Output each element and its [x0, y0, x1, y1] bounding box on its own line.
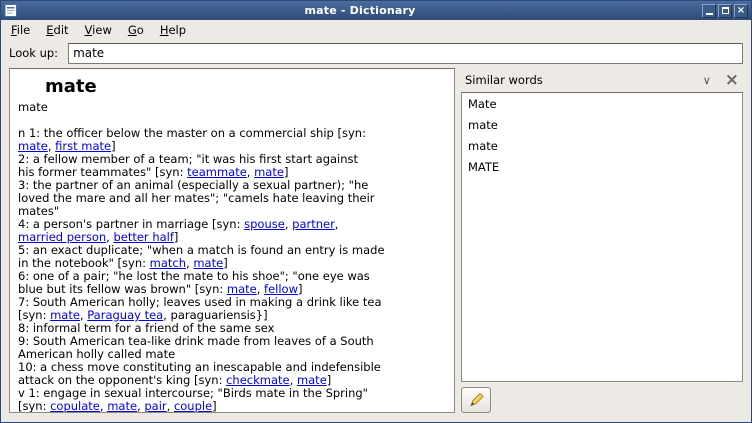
- definition-line: [syn: copulate, mate, pair, couple]: [18, 400, 446, 413]
- definition-link[interactable]: Paraguay tea: [87, 308, 163, 322]
- chevron-down-icon[interactable]: ∨: [699, 74, 715, 87]
- definition-line: mate: [18, 101, 446, 114]
- menubar: FileEditViewGoHelp: [1, 20, 751, 40]
- dictionary-window: mate - Dictionary × FileEditViewGoHelp L…: [0, 0, 752, 423]
- similar-word-item[interactable]: mate: [462, 135, 742, 156]
- similar-words-panel: Similar words ∨ × MatematemateMATE: [461, 68, 743, 413]
- definition-link[interactable]: mate: [50, 308, 80, 322]
- clear-button[interactable]: [461, 387, 491, 413]
- sidebar-title: Similar words: [465, 73, 691, 87]
- similar-words-header: Similar words ∨ ×: [461, 68, 743, 92]
- definition-link[interactable]: fellow: [264, 282, 298, 296]
- menu-edit[interactable]: Edit: [38, 20, 76, 40]
- similar-word-item[interactable]: MATE: [462, 156, 742, 177]
- titlebar[interactable]: mate - Dictionary ×: [1, 1, 751, 20]
- maximize-button[interactable]: [718, 4, 732, 18]
- definition-line: loved the mare and all her mates"; "came…: [18, 192, 446, 205]
- menu-file[interactable]: File: [3, 20, 38, 40]
- definition-link[interactable]: mate: [227, 282, 257, 296]
- definition-link[interactable]: spouse: [244, 217, 285, 231]
- definition-link[interactable]: mate: [297, 373, 327, 387]
- definition-link[interactable]: match: [150, 256, 186, 270]
- pencil-icon: [468, 392, 484, 408]
- definition-link[interactable]: mate: [254, 165, 284, 179]
- sidebar-footer: [461, 382, 743, 413]
- minimize-icon: [706, 13, 713, 15]
- similar-words-list[interactable]: MatematemateMATE: [461, 92, 743, 382]
- definition-link[interactable]: mate: [193, 256, 223, 270]
- lookup-input[interactable]: [68, 43, 743, 64]
- sidebar-close-icon[interactable]: ×: [723, 72, 741, 89]
- definition-link[interactable]: couple: [174, 399, 212, 413]
- menu-go[interactable]: Go: [120, 20, 152, 40]
- lookup-label: Look up:: [9, 46, 58, 60]
- similar-word-item[interactable]: Mate: [462, 93, 742, 114]
- minimize-button[interactable]: [702, 4, 716, 18]
- maximize-icon: [722, 7, 729, 14]
- definition-link[interactable]: copulate: [50, 399, 100, 413]
- definition-link[interactable]: first mate: [55, 139, 111, 153]
- definition-link[interactable]: married person: [18, 230, 106, 244]
- definition-body: mate n 1: the officer below the master o…: [18, 101, 446, 413]
- menu-help[interactable]: Help: [152, 20, 194, 40]
- definition-link[interactable]: pair: [144, 399, 166, 413]
- definition-link[interactable]: checkmate: [226, 373, 290, 387]
- content-area: mate mate n 1: the officer below the mas…: [1, 66, 751, 422]
- definition-link[interactable]: mate: [107, 399, 137, 413]
- close-icon: ×: [737, 6, 745, 15]
- definition-link[interactable]: teammate: [187, 165, 247, 179]
- definition-link[interactable]: partner: [292, 217, 335, 231]
- similar-word-item[interactable]: mate: [462, 114, 742, 135]
- window-title: mate - Dictionary: [21, 1, 699, 20]
- close-button[interactable]: ×: [734, 4, 748, 18]
- definition-link[interactable]: better half: [113, 230, 173, 244]
- app-icon[interactable]: [4, 4, 18, 17]
- window-controls: ×: [702, 4, 748, 18]
- lookup-row: Look up:: [1, 40, 751, 66]
- menu-view[interactable]: View: [77, 20, 120, 40]
- definition-pane[interactable]: mate mate n 1: the officer below the mas…: [9, 68, 455, 413]
- definition-link[interactable]: mate: [18, 139, 48, 153]
- headword: mate: [45, 76, 446, 97]
